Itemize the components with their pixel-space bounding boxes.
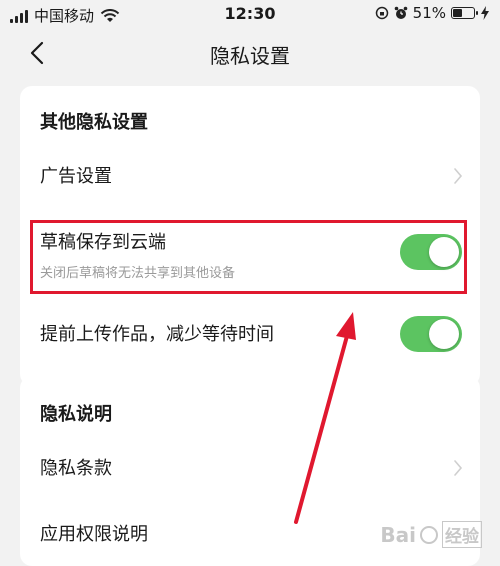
watermark-logo: Bai 经验: [380, 521, 482, 548]
annotation-arrow: [294, 312, 356, 524]
watermark-brand: Bai: [380, 522, 416, 547]
paw-icon: [420, 525, 438, 544]
watermark-suffix: 经验: [442, 521, 482, 548]
